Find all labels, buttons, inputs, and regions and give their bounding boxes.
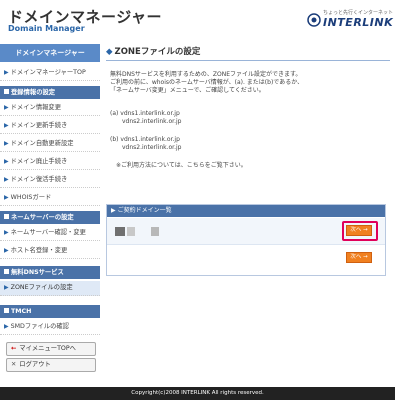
sidebar-item-auto-renew[interactable]: ▶ ドメイン自動更新設定	[0, 137, 100, 152]
logout-button[interactable]: ✕ ログアウト	[6, 358, 96, 372]
option-a-line-1: (a) vdns1.interlink.or.jp	[110, 110, 180, 117]
option-a-line-2: vdns2.interlink.or.jp	[122, 118, 182, 125]
usage-note-link[interactable]: ※ご利用方法については、こちらをご覧下さい。	[116, 162, 247, 169]
page: ドメインマネージャー Domain Manager ちょっと先行くインターネット…	[0, 0, 395, 400]
option-b-line-1: (b) vdns1.interlink.or.jp	[110, 136, 180, 143]
logo-text: INTERLINK	[323, 16, 394, 29]
next-button[interactable]: 次へ →	[346, 225, 372, 236]
arrow-right-icon: ▶	[4, 323, 9, 330]
sidebar-section-tmch: TMCH	[0, 305, 100, 318]
next-button[interactable]: 次へ →	[346, 252, 372, 263]
arrow-right-icon: ▶	[4, 176, 9, 183]
page-title: ◆ ZONEファイルの設定	[106, 44, 390, 61]
arrow-left-icon: ←	[11, 345, 17, 352]
sidebar-section-registration: 登録情報の設定	[0, 86, 100, 99]
square-icon	[4, 213, 9, 219]
sidebar-item-domain-abolish[interactable]: ▶ ドメイン廃止手続き	[0, 155, 100, 170]
menu-top-button[interactable]: ← マイメニューTOPへ	[6, 342, 96, 356]
sidebar-item-zone-file[interactable]: ▶ ZONEファイルの設定	[0, 281, 100, 296]
intro-line-3: 「ネームサーバ変更」メニューで、ご確認してください。	[110, 87, 265, 94]
square-icon	[4, 88, 9, 94]
redacted-domain-block	[115, 227, 125, 236]
sidebar-item-whois-guard[interactable]: ▶ WHOISガード	[0, 191, 100, 206]
intro-line-1: 無料DNSサービスを利用するための、ZONEファイル設定ができます。	[110, 71, 302, 78]
sidebar-item-top[interactable]: ▶ ドメインマネージャーTOP	[0, 66, 100, 81]
app-subtitle: Domain Manager	[8, 24, 85, 33]
logo-tagline: ちょっと先行くインターネット	[323, 10, 394, 16]
redacted-domain-block	[127, 227, 135, 236]
sidebar-item-hostname-register[interactable]: ▶ ホスト名登録・変更	[0, 244, 100, 259]
sidebar-main-header: ドメインマネージャー	[0, 44, 100, 62]
footer: Copyright(c)2008 INTERLINK All rights re…	[0, 387, 395, 400]
sidebar-item-nameserver-check[interactable]: ▶ ネームサーバー確認・変更	[0, 226, 100, 241]
arrow-right-icon: ▶	[4, 247, 9, 254]
arrow-right-icon: ▶	[4, 158, 9, 165]
intro-line-2: ご利用の前に、whoisのネームサーバ情報が、(a). または(b)であるか、	[110, 79, 304, 86]
arrow-right-icon: ▶	[4, 194, 9, 201]
arrow-right-icon: ▶	[4, 122, 9, 129]
interlink-logo[interactable]: ちょっと先行くインターネット INTERLINK	[305, 9, 393, 33]
sidebar-item-domain-renew[interactable]: ▶ ドメイン更新手続き	[0, 119, 100, 134]
arrow-right-icon: ▶	[4, 69, 9, 76]
sidebar-item-domain-restore[interactable]: ▶ ドメイン復活手続き	[0, 173, 100, 188]
close-icon: ✕	[11, 361, 17, 368]
diamond-icon: ◆	[106, 47, 113, 57]
square-icon	[4, 307, 9, 313]
arrow-right-icon: ▶	[4, 104, 9, 111]
header: ドメインマネージャー Domain Manager ちょっと先行くインターネット…	[0, 0, 395, 42]
option-b-line-2: vdns2.interlink.or.jp	[122, 144, 182, 151]
domain-row: 次へ →	[107, 218, 385, 245]
sidebar-section-nameserver: ネームサーバーの設定	[0, 211, 100, 224]
sidebar-item-label: ドメインマネージャーTOP	[10, 69, 86, 76]
square-icon	[4, 268, 9, 274]
sidebar-item-smd-file[interactable]: ▶ SMDファイルの確認	[0, 320, 100, 335]
domain-row: 次へ →	[107, 245, 385, 271]
sidebar-item-domain-info[interactable]: ▶ ドメイン情報変更	[0, 101, 100, 116]
sidebar-section-free-dns: 無料DNSサービス	[0, 266, 100, 279]
redacted-domain-block	[151, 227, 159, 236]
domain-list-panel: ▶ ご契約ドメイン一覧 次へ → 次へ →	[106, 204, 386, 276]
sidebar: ドメインマネージャー ▶ ドメインマネージャーTOP 登録情報の設定 ▶ ドメイン情…	[0, 44, 100, 374]
arrow-right-icon: ▶	[111, 207, 116, 214]
arrow-right-icon: ▶	[4, 229, 9, 236]
arrow-right-icon: ▶	[4, 140, 9, 147]
arrow-right-icon: ▶	[4, 284, 9, 291]
domain-list-header: ▶ ご契約ドメイン一覧	[107, 205, 385, 217]
interlink-logo-mark-icon	[307, 13, 321, 27]
